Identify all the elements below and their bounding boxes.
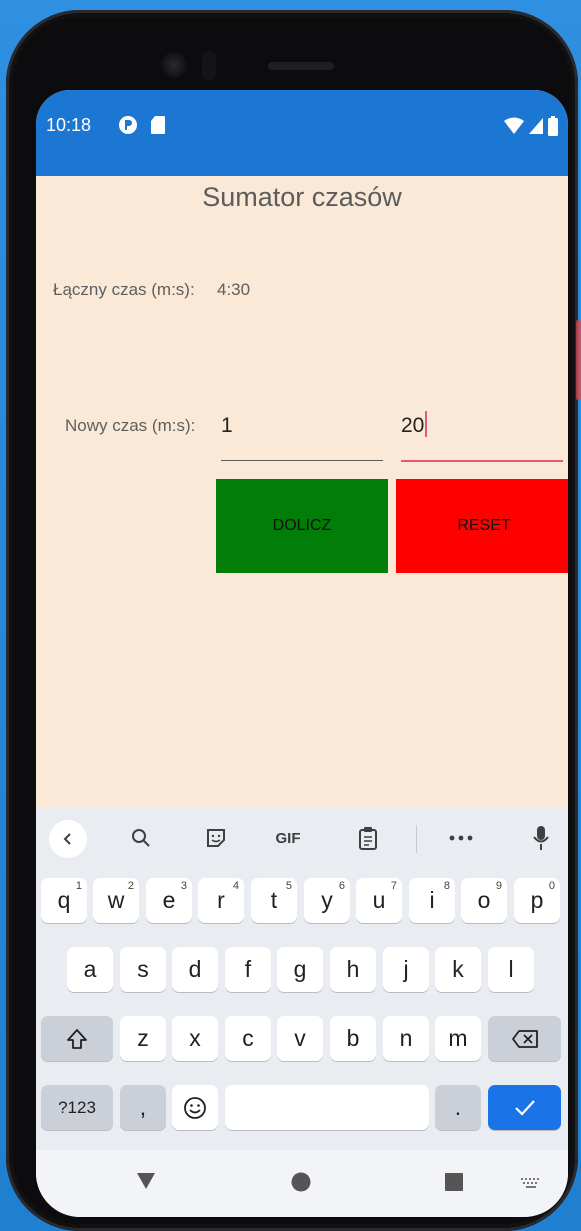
key-label: q	[57, 887, 71, 913]
total-time-value: 4:30	[217, 280, 251, 299]
minutes-input[interactable]: 1	[221, 410, 383, 461]
key-t[interactable]: t5	[251, 878, 297, 923]
period-key[interactable]: .	[435, 1085, 481, 1130]
minutes-input-value: 1	[221, 414, 233, 437]
key-l[interactable]: l	[488, 947, 534, 992]
keyboard-toolbar: GIF	[36, 807, 568, 869]
phone-frame: 10:18 Sumator czasów Łączny czas (m:s): …	[6, 10, 581, 1231]
text-cursor	[425, 411, 428, 437]
sticker-icon[interactable]	[201, 823, 231, 853]
key-label: r	[217, 887, 225, 913]
reset-button[interactable]: RESET	[396, 479, 568, 573]
key-z[interactable]: z	[120, 1016, 166, 1061]
key-u[interactable]: u7	[356, 878, 402, 923]
comma-key[interactable]: ,	[120, 1085, 166, 1130]
key-j[interactable]: j	[383, 947, 429, 992]
key-label: w	[107, 887, 125, 913]
key-hint: 9	[495, 880, 502, 892]
key-hint: 1	[75, 880, 82, 892]
search-icon[interactable]	[126, 823, 156, 853]
key-v[interactable]: v	[277, 1016, 323, 1061]
key-label: p	[530, 887, 544, 913]
space-bar[interactable]	[225, 1085, 429, 1130]
power-button	[576, 320, 581, 400]
key-y[interactable]: y6	[304, 878, 350, 923]
key-label: u	[372, 887, 386, 913]
home-nav-icon[interactable]	[291, 1172, 311, 1197]
key-p[interactable]: p0	[514, 878, 560, 923]
proximity-sensor	[202, 51, 216, 81]
key-h[interactable]: h	[330, 947, 376, 992]
key-b[interactable]: b	[330, 1016, 376, 1061]
symbols-key[interactable]: ?123	[41, 1085, 113, 1130]
wifi-icon	[504, 117, 524, 134]
seconds-input[interactable]: 20	[401, 410, 563, 462]
add-time-button[interactable]: DOLICZ	[216, 479, 388, 573]
checkmark-icon	[514, 1099, 535, 1116]
key-m[interactable]: m	[435, 1016, 481, 1061]
backspace-key[interactable]	[488, 1016, 561, 1061]
toolbar-divider	[416, 825, 417, 853]
gif-button[interactable]: GIF	[268, 823, 308, 853]
key-r[interactable]: r4	[198, 878, 244, 923]
front-camera	[161, 52, 187, 78]
signal-icon	[529, 118, 543, 134]
total-time-label: Łączny czas (m:s):	[53, 280, 195, 299]
emoji-icon	[184, 1096, 206, 1119]
keyboard-switch-icon[interactable]	[520, 1176, 542, 1194]
backspace-icon	[511, 1029, 538, 1048]
phone-screen: 10:18 Sumator czasów Łączny czas (m:s): …	[36, 90, 568, 1217]
more-options-icon[interactable]	[446, 823, 476, 853]
key-d[interactable]: d	[172, 947, 218, 992]
key-hint: 4	[232, 880, 239, 892]
emoji-key[interactable]	[172, 1085, 218, 1130]
key-label: t	[270, 887, 278, 913]
key-a[interactable]: a	[67, 947, 113, 992]
key-label: i	[429, 887, 435, 913]
key-i[interactable]: i8	[409, 878, 455, 923]
back-nav-icon[interactable]	[136, 1172, 156, 1195]
shift-key[interactable]	[41, 1016, 113, 1061]
enter-key[interactable]	[488, 1085, 561, 1130]
key-hint: 5	[285, 880, 292, 892]
key-w[interactable]: w2	[93, 878, 139, 923]
battery-icon	[548, 116, 558, 136]
key-e[interactable]: e3	[146, 878, 192, 923]
key-label: e	[162, 887, 176, 913]
app-notification-icon	[119, 116, 137, 134]
key-hint: 2	[127, 880, 134, 892]
page-title: Sumator czasów	[202, 182, 402, 212]
navigation-bar	[36, 1150, 568, 1217]
chevron-left-icon[interactable]	[49, 820, 87, 858]
key-hint: 6	[338, 880, 345, 892]
seconds-input-value: 20	[401, 414, 425, 437]
key-n[interactable]: n	[383, 1016, 429, 1061]
clipboard-icon[interactable]	[353, 823, 383, 853]
soft-keyboard: GIF q1 w2 e3 r4 t5 y6 u7 i8 o9 p 0 a s d…	[36, 807, 568, 1150]
microphone-icon[interactable]	[526, 823, 556, 853]
key-hint: 8	[443, 880, 450, 892]
sd-card-icon	[151, 116, 165, 134]
key-o[interactable]: o9	[461, 878, 507, 923]
key-hint: 0	[548, 880, 555, 892]
key-hint: 7	[390, 880, 397, 892]
key-q[interactable]: q1	[41, 878, 87, 923]
new-time-label: Nowy czas (m:s):	[65, 416, 196, 435]
key-c[interactable]: c	[225, 1016, 271, 1061]
key-s[interactable]: s	[120, 947, 166, 992]
key-f[interactable]: f	[225, 947, 271, 992]
key-x[interactable]: x	[172, 1016, 218, 1061]
status-time: 10:18	[46, 115, 92, 135]
key-g[interactable]: g	[277, 947, 323, 992]
shift-icon	[67, 1028, 87, 1049]
status-bar: 10:18	[36, 90, 568, 176]
key-label: o	[477, 887, 491, 913]
earpiece-speaker	[268, 62, 334, 70]
key-hint: 3	[180, 880, 187, 892]
key-label: y	[321, 887, 333, 913]
recents-nav-icon[interactable]	[444, 1172, 464, 1197]
key-k[interactable]: k	[435, 947, 481, 992]
